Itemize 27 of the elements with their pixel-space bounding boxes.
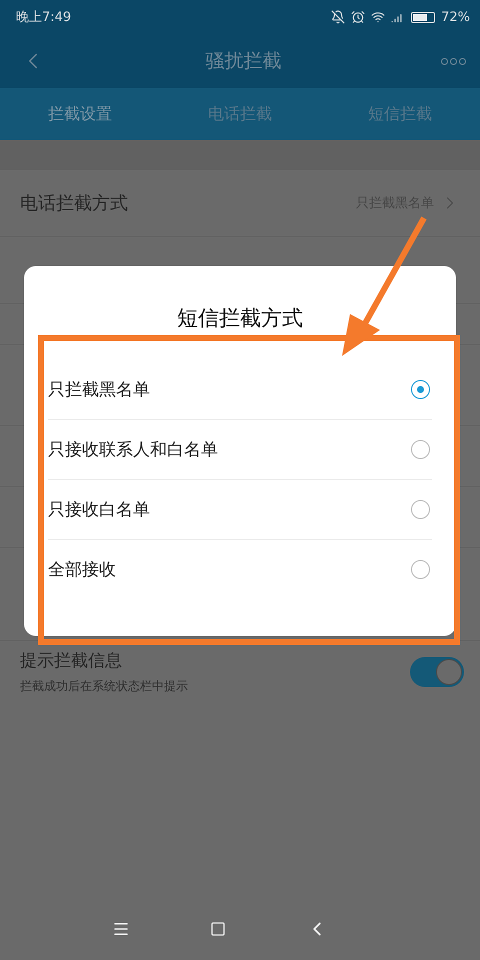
page-title: 骚扰拦截: [206, 49, 282, 74]
battery-icon: [411, 12, 436, 22]
setting-title: 提示拦截信息: [20, 650, 123, 672]
option-label: 只接收联系人和白名单: [48, 439, 219, 461]
radio-option[interactable]: 只接收白名单: [48, 480, 432, 540]
radio-option[interactable]: 只接收联系人和白名单: [48, 420, 432, 480]
more-icon[interactable]: [441, 58, 466, 64]
radio-button[interactable]: [411, 380, 430, 399]
radio-button[interactable]: [411, 560, 430, 579]
battery-percent: 72%: [441, 10, 470, 24]
silent-bell-icon: [331, 10, 346, 24]
radio-option[interactable]: 全部接收: [48, 540, 432, 599]
radio-button[interactable]: [411, 500, 430, 519]
setting-description: 拦截成功后在系统状态栏中提示: [20, 678, 189, 695]
home-icon[interactable]: [210, 921, 226, 937]
option-label: 只拦截黑名单: [48, 379, 151, 401]
alarm-icon: [351, 10, 366, 24]
toggle-switch[interactable]: [410, 657, 464, 687]
menu-icon[interactable]: [112, 920, 130, 938]
radio-button[interactable]: [411, 440, 430, 459]
option-label: 全部接收: [48, 559, 117, 581]
dialog-title: 短信拦截方式: [176, 305, 304, 332]
wifi-icon: [371, 10, 386, 24]
radio-option[interactable]: 只拦截黑名单: [48, 360, 432, 420]
setting-title: 电话拦截方式: [20, 192, 129, 215]
status-time: 晚上7:49: [16, 9, 72, 26]
option-label: 只接收白名单: [48, 499, 151, 521]
